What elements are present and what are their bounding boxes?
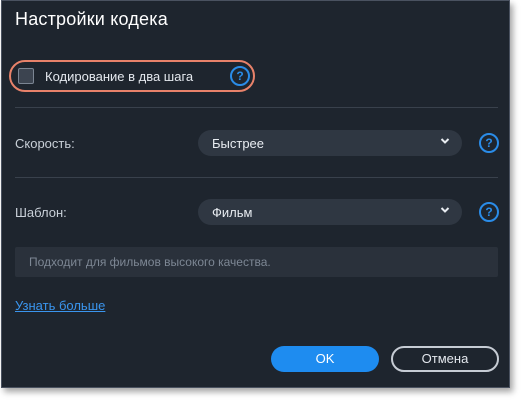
learn-more-link[interactable]: Узнать больше xyxy=(15,298,105,313)
speed-select[interactable]: Быстрее xyxy=(198,130,462,156)
speed-select-value: Быстрее xyxy=(212,136,265,151)
two-pass-checkbox[interactable] xyxy=(18,68,34,84)
dialog-title: Настройки кодека xyxy=(15,9,168,29)
preset-select-value: Фильм xyxy=(212,205,253,220)
preset-description-text: Подходит для фильмов высокого качества. xyxy=(29,255,271,269)
divider xyxy=(15,177,498,178)
preset-label: Шаблон: xyxy=(15,205,67,220)
question-icon[interactable]: ? xyxy=(479,133,499,153)
preset-select[interactable]: Фильм xyxy=(198,199,462,225)
question-icon[interactable]: ? xyxy=(479,202,499,222)
chevron-down-icon xyxy=(440,138,450,144)
ok-button[interactable]: OK xyxy=(271,346,379,372)
divider xyxy=(15,107,498,108)
question-icon[interactable]: ? xyxy=(230,66,250,86)
cancel-button[interactable]: Отмена xyxy=(391,346,499,372)
preset-description: Подходит для фильмов высокого качества. xyxy=(15,247,498,277)
two-pass-encoding-option[interactable]: Кодирование в два шага ? xyxy=(9,60,255,92)
chevron-down-icon xyxy=(440,207,450,213)
two-pass-label[interactable]: Кодирование в два шага xyxy=(45,69,193,84)
speed-label: Скорость: xyxy=(15,136,75,151)
codec-settings-dialog: Настройки кодека Кодирование в два шага … xyxy=(1,0,510,388)
